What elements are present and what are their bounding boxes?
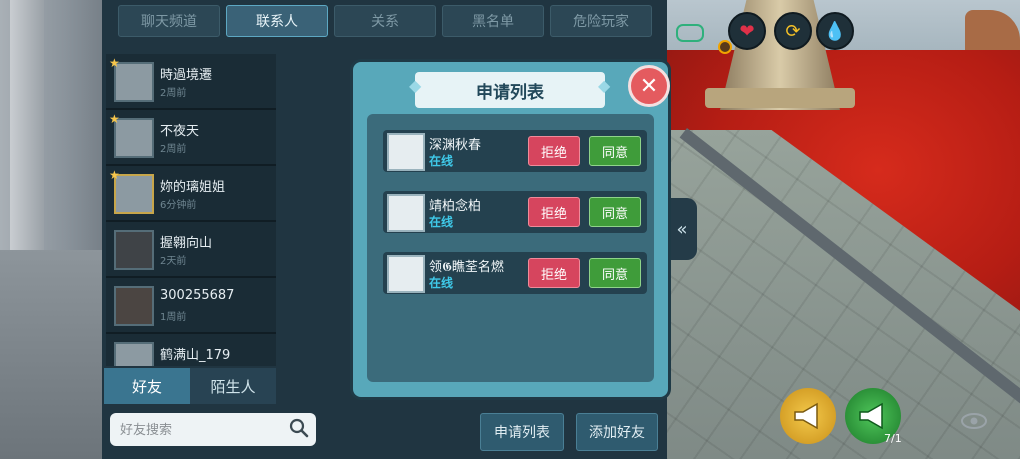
dialog-title: 申请列表 [476, 82, 544, 103]
accept-button[interactable]: 同意 [589, 197, 641, 227]
list-item[interactable]: 握翱向山 2天前 [106, 222, 276, 278]
friend-filter-tabs: 好友 陌生人 [104, 368, 276, 404]
heart-icon[interactable]: ❤ [728, 12, 766, 50]
right-scene [665, 0, 1020, 459]
online-status: 在线 [429, 276, 454, 290]
requester-name: 靖柏念柏 [429, 199, 482, 214]
avatar [387, 255, 425, 293]
contact-name: 300255687 [160, 288, 235, 303]
list-item[interactable]: ★ 時過境遷 2周前 [106, 54, 276, 110]
left-wall [0, 0, 110, 459]
contact-name: 握翱向山 [160, 236, 213, 251]
water-drop-icon[interactable]: 💧 [816, 12, 854, 50]
list-item[interactable]: ★ 不夜天 2周前 [106, 110, 276, 166]
avatar [387, 133, 425, 171]
contact-time: 1周前 [160, 312, 187, 323]
minimap-toggle-icon[interactable] [676, 24, 704, 42]
request-row: 深渊秋春 在线 拒绝 同意 [383, 130, 647, 172]
tab-blacklist[interactable]: 黑名单 [442, 5, 544, 37]
avatar [387, 194, 425, 232]
accept-button[interactable]: 同意 [589, 136, 641, 166]
requester-name: 深渊秋春 [429, 138, 482, 153]
contact-time: 2周前 [160, 88, 187, 99]
avatar [114, 342, 154, 366]
stone-step [0, 250, 110, 459]
search-icon[interactable] [288, 417, 310, 439]
close-button[interactable]: ✕ [628, 65, 670, 107]
tab-strangers[interactable]: 陌生人 [190, 368, 276, 404]
reject-button[interactable]: 拒绝 [528, 136, 580, 166]
online-status: 在线 [429, 154, 454, 168]
avatar [114, 230, 154, 270]
contact-name: 鹤满山_179 [160, 348, 231, 363]
ornament-right-icon: ◆ [598, 76, 611, 95]
search-input[interactable] [118, 419, 282, 441]
contact-time: 2天前 [160, 256, 187, 267]
contact-name: 妳的璃姐姐 [160, 180, 226, 195]
status-dot-icon [718, 40, 732, 54]
reject-button[interactable]: 拒绝 [528, 197, 580, 227]
online-status: 在线 [429, 215, 454, 229]
refresh-icon[interactable]: ⟳ [774, 12, 812, 50]
requester-name: 领𝕲瞧荃名燃 [429, 260, 504, 275]
avatar [114, 118, 154, 158]
tab-chat-channel[interactable]: 聊天频道 [118, 5, 220, 37]
avatar [114, 62, 154, 102]
contact-time: 6分钟前 [160, 200, 197, 211]
request-row: 靖柏念柏 在线 拒绝 同意 [383, 191, 647, 233]
collapse-panel-icon[interactable]: « [667, 198, 697, 260]
top-tabs: 聊天频道 联系人 关系 黑名单 危险玩家 [102, 0, 667, 40]
ornament-left-icon: ◆ [409, 76, 422, 95]
star-icon: ★ [109, 168, 120, 182]
tower-base [705, 88, 855, 108]
list-item[interactable]: 300255687 1周前 [106, 278, 276, 334]
megaphone-button[interactable] [780, 388, 836, 444]
broadcast-icon [859, 402, 883, 430]
star-icon: ★ [109, 112, 120, 126]
tab-contacts[interactable]: 联系人 [226, 5, 328, 37]
avatar [114, 286, 154, 326]
accept-button[interactable]: 同意 [589, 258, 641, 288]
tab-dangerous-players[interactable]: 危险玩家 [550, 5, 652, 37]
contact-name: 時過境遷 [160, 68, 213, 83]
contact-time: 2周前 [160, 144, 187, 155]
friend-search [110, 413, 316, 446]
tab-relations[interactable]: 关系 [334, 5, 436, 37]
contact-list: ★ 時過境遷 2周前 ★ 不夜天 2周前 ★ 妳的璃姐姐 6分钟前 握翱向山 2… [106, 54, 276, 366]
broadcast-counter: 7/1 [884, 432, 902, 445]
tab-friends[interactable]: 好友 [104, 368, 190, 404]
list-item[interactable]: ★ 妳的璃姐姐 6分钟前 [106, 166, 276, 222]
request-row: 领𝕲瞧荃名燃 在线 拒绝 同意 [383, 252, 647, 294]
request-list-button[interactable]: 申请列表 [480, 413, 564, 451]
star-icon: ★ [109, 56, 120, 70]
add-friend-button[interactable]: 添加好友 [576, 413, 658, 451]
dialog-title-bar: 申请列表 [415, 72, 605, 108]
list-item[interactable]: 鹤满山_179 [106, 334, 276, 366]
avatar [114, 174, 154, 214]
contact-name: 不夜天 [160, 124, 200, 139]
eye-icon[interactable] [960, 412, 988, 430]
megaphone-icon [794, 402, 818, 430]
reject-button[interactable]: 拒绝 [528, 258, 580, 288]
